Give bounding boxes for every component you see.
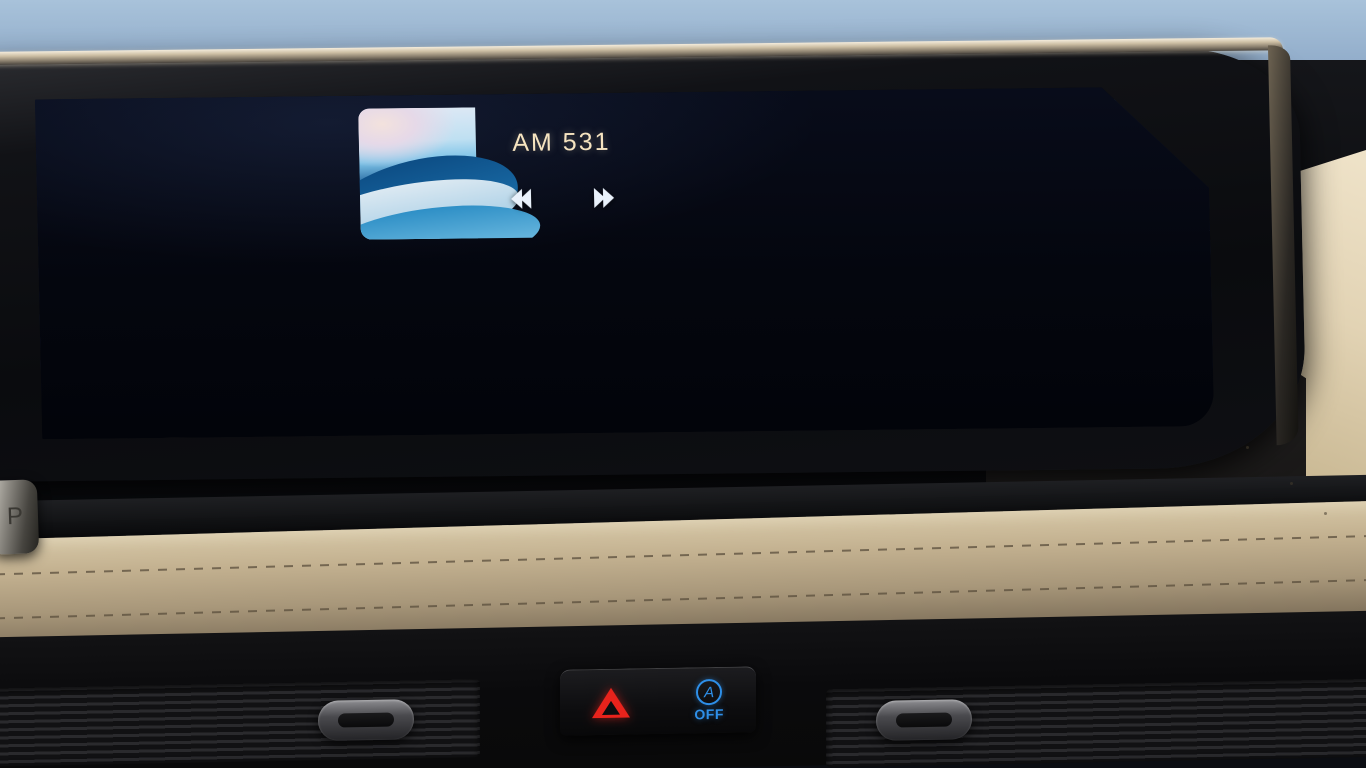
radio-prev-button[interactable] [511, 189, 529, 209]
restaurant-distance: 3.16km [897, 166, 937, 181]
movie-format: 2D [1055, 343, 1070, 356]
restaurant-star-rating: ★ ★ ★ ★ ★ [733, 180, 792, 195]
movie-poster [973, 255, 1041, 351]
music-note-icon[interactable] [261, 401, 289, 428]
map-label-husong-road: 沪松公路 [314, 234, 330, 285]
scenic-card-title: 景点推荐 [970, 115, 1035, 133]
volume-level-indicator[interactable]: 6 [1034, 397, 1042, 415]
hazard-warning-button[interactable] [592, 687, 630, 718]
taskbar-divider-left [148, 407, 150, 426]
scenic-name: 宝龙美术馆 [1070, 148, 1149, 167]
air-vent-knob-right[interactable] [876, 699, 972, 741]
clock: 11:12 [1051, 395, 1096, 415]
vehicle-heading-arrow [250, 363, 281, 389]
radio-station-label: AM 531 [512, 127, 611, 157]
fan-icon [378, 405, 395, 421]
restaurant-price: ￥96/人 [828, 179, 870, 195]
status-indicator-area: 6 11:12 [941, 394, 1096, 418]
weather-icon [774, 261, 837, 324]
compass-north-badge: 北 [255, 330, 272, 347]
movie-card-kicker: 热门电影 [1053, 261, 1110, 277]
fan-speed-value: 1 [397, 405, 406, 421]
scenic-distance: 11.9km [1070, 171, 1110, 186]
cloud-icon [786, 283, 824, 304]
restaurant-refresh-button[interactable]: 换一换 [870, 114, 932, 134]
climate-temp-left[interactable]: 21° [345, 405, 370, 423]
volume-speaker-icon[interactable] [941, 396, 960, 418]
air-vent-knob-left[interactable] [318, 699, 414, 741]
restaurant-thumbnail [672, 153, 723, 204]
hotspot-icon [999, 396, 1023, 416]
map-compass-vehicle-marker[interactable]: 北 [226, 336, 304, 395]
infotainment-display-unit: 宜家保税仓库 沈砖公路 沪松公路 北 AM 531 28 星期二 2023年03… [0, 37, 1308, 482]
map-poi-marker-blue[interactable] [79, 109, 83, 122]
radio-next-button[interactable] [596, 188, 614, 208]
drive-mode-underline [42, 429, 154, 432]
map-label-ikea-warehouse: 宜家保税仓库 [143, 150, 226, 167]
park-button[interactable]: P [0, 479, 40, 555]
date-card[interactable]: 28 星期二 2023年03月 闰二月初七 [360, 246, 653, 381]
auto-start-stop-letter: A [696, 678, 723, 706]
scenic-price: ￥30 [1071, 195, 1106, 213]
radio-card[interactable]: AM 531 [357, 104, 650, 240]
leather-stitch-upper [0, 533, 1366, 577]
map-panel[interactable]: 宜家保税仓库 沈砖公路 沪松公路 北 [35, 96, 357, 396]
climate-temp-right[interactable]: 21° [414, 404, 439, 422]
apps-grid-icon[interactable] [212, 402, 240, 429]
date-weekday: 星期二 [487, 272, 532, 290]
restaurant-refresh-label: 换一换 [893, 117, 933, 133]
weather-carwash-card[interactable]: 较适宜洗车 [659, 243, 952, 378]
car-interior-scene: 宜家保税仓库 沈砖公路 沪松公路 北 AM 531 28 星期二 2023年03… [0, 0, 1366, 768]
climate-control-group[interactable]: 21° 1 21° [345, 404, 439, 423]
restaurant-name: 嘉琏薇皇室咖啡厅(... [733, 152, 866, 171]
cellular-signal-icon [971, 401, 988, 413]
auto-start-stop-button[interactable]: A OFF [694, 678, 724, 723]
restaurant-rating-value: 3.0 [801, 179, 819, 195]
movie-title: 困在心绪里 [1054, 290, 1155, 313]
map-poi-marker-red[interactable] [46, 109, 50, 122]
map-poi-marker-white[interactable] [62, 109, 66, 122]
swap-arrows-icon [870, 118, 887, 131]
date-year-month: 2023年03月 [488, 298, 569, 316]
infotainment-screen[interactable]: 宜家保税仓库 沈砖公路 沪松公路 北 AM 531 28 星期二 2023年03… [35, 86, 1214, 439]
auto-start-stop-state: OFF [694, 705, 724, 723]
movie-star-rating: ★ ★ ★ ★ ★ [1054, 320, 1122, 336]
carwash-status-text: 较适宜洗车 [761, 337, 852, 356]
radio-album-art [358, 107, 478, 239]
restaurant-card-title: 餐厅推荐 [671, 118, 736, 137]
home-card-grid: AM 531 28 星期二 2023年03月 闰二月初七 餐厅推荐 换一换 嘉琏… [357, 98, 1213, 392]
hazard-control-panel: A OFF [560, 666, 756, 736]
home-icon[interactable] [163, 402, 191, 429]
date-day-number: 28 [385, 265, 461, 341]
scenic-price-suffix: 起 [1110, 199, 1122, 212]
restaurant-recommendation-card[interactable]: 餐厅推荐 换一换 嘉琏薇皇室咖啡厅(... ★ ★ ★ ★ ★ 3.0 ￥96/… [656, 101, 949, 237]
fan-speed-control[interactable]: 1 [378, 405, 406, 421]
popular-movie-card[interactable]: 热门电影 困在心绪里 ★ ★ ★ ★ ★ 2D [958, 240, 1214, 375]
drive-mode-indicator[interactable]: S [66, 409, 76, 425]
date-lunar: 闰二月初七 [488, 324, 563, 342]
volume-level-value: 6 [1033, 397, 1042, 414]
scenic-thumbnail [971, 147, 1058, 198]
